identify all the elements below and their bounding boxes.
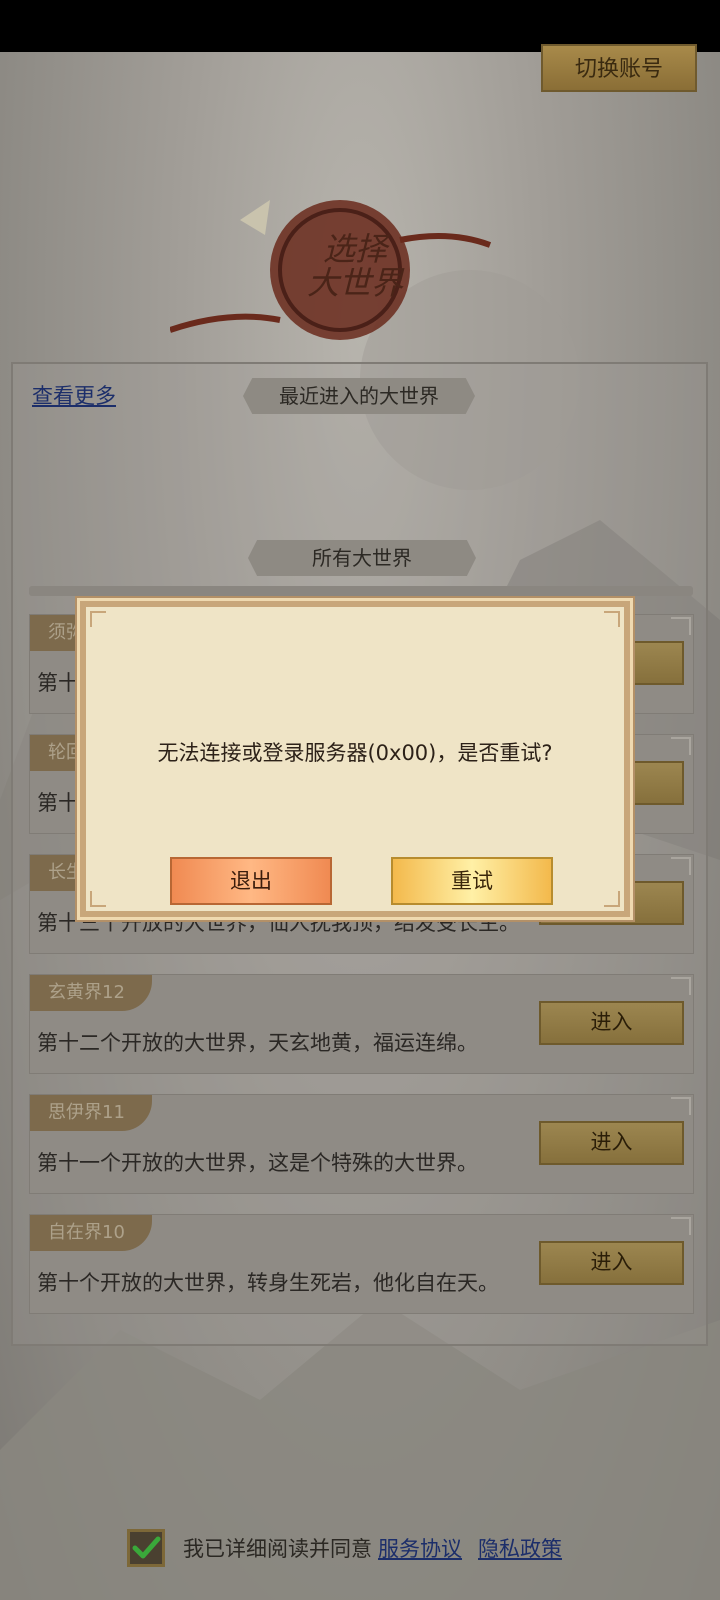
dialog-corner-ornament: [90, 611, 106, 627]
enter-button[interactable]: 进入: [539, 1001, 684, 1045]
world-card: 玄黄界12 第十二个开放的大世界，天玄地黄，福运连绵。 进入: [29, 974, 694, 1074]
emblem-title-line1: 选择: [322, 230, 387, 268]
emblem-title: 选择 大世界: [300, 232, 410, 300]
world-description: 第十一个开放的大世界，这是个特殊的大世界。: [37, 1151, 478, 1175]
world-tab: 思伊界11: [30, 1095, 152, 1131]
dialog-corner-ornament: [90, 891, 106, 907]
enter-button[interactable]: 进入: [539, 1241, 684, 1285]
corner-ornament: [671, 737, 691, 755]
world-description: 第十: [37, 791, 79, 815]
agree-checkbox[interactable]: [127, 1529, 165, 1567]
retry-button[interactable]: 重试: [391, 857, 553, 905]
service-agreement-link[interactable]: 服务协议: [378, 1533, 462, 1563]
world-card: 思伊界11 第十一个开放的大世界，这是个特殊的大世界。 进入: [29, 1094, 694, 1194]
all-worlds-header: 所有大世界: [248, 540, 476, 576]
corner-ornament: [671, 1217, 691, 1235]
corner-ornament: [671, 857, 691, 875]
enter-button[interactable]: 进入: [539, 1121, 684, 1165]
world-tab: 自在界10: [30, 1215, 152, 1251]
panel-divider: [29, 586, 693, 596]
emblem-title-line2: 大世界: [306, 264, 403, 302]
world-description: 第十个开放的大世界，转身生死岩，他化自在天。: [37, 1271, 499, 1295]
recent-worlds-header: 最近进入的大世界: [243, 378, 475, 414]
exit-button[interactable]: 退出: [170, 857, 332, 905]
privacy-policy-link[interactable]: 隐私政策: [478, 1533, 562, 1563]
switch-account-button[interactable]: 切换账号: [541, 44, 697, 92]
dialog-message: 无法连接或登录服务器(0x00)，是否重试?: [157, 741, 553, 765]
corner-ornament: [671, 617, 691, 635]
world-tab: 玄黄界12: [30, 975, 152, 1011]
corner-ornament: [671, 977, 691, 995]
see-more-link[interactable]: 查看更多: [32, 380, 116, 410]
check-icon: [132, 1536, 161, 1559]
world-card: 自在界10 第十个开放的大世界，转身生死岩，他化自在天。 进入: [29, 1214, 694, 1314]
world-description: 第十二个开放的大世界，天玄地黄，福运连绵。: [37, 1031, 478, 1055]
world-description: 第十: [37, 671, 79, 695]
corner-ornament: [671, 1097, 691, 1115]
dialog-corner-ornament: [604, 891, 620, 907]
agreement-row: 我已详细阅读并同意 服务协议 隐私政策: [127, 1528, 562, 1568]
agree-text: 我已详细阅读并同意: [183, 1537, 372, 1561]
connection-error-dialog: 无法连接或登录服务器(0x00)，是否重试? 退出 重试: [80, 601, 630, 917]
dialog-corner-ornament: [604, 611, 620, 627]
